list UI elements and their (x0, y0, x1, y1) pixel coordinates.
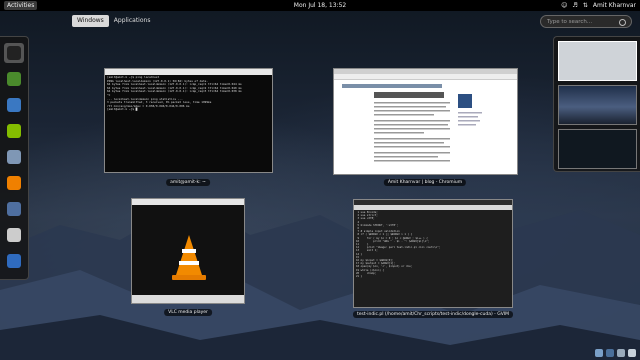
vlc-cone-icon (172, 235, 206, 280)
tab-applications[interactable]: Applications (109, 15, 156, 27)
workspace-switcher (553, 36, 640, 172)
app-grid-icon (7, 254, 21, 268)
accessibility-icon[interactable]: ☺ (561, 0, 567, 11)
tab-windows[interactable]: Windows (72, 15, 109, 27)
window-gvim[interactable]: 1 use Encode; 2 use strict; 3 use utf8; … (353, 199, 513, 308)
volume-icon[interactable]: ♬ (572, 0, 577, 11)
top-bar: Activities Mon Jul 18, 13:52 ☺ ♬ ⇅ Amit … (0, 0, 640, 11)
window-vlc[interactable] (131, 198, 245, 304)
vlc-controls[interactable] (132, 295, 244, 303)
dash-item-document[interactable] (4, 225, 24, 245)
dash-item-spotify[interactable] (4, 121, 24, 141)
tray-app-icon[interactable] (628, 349, 636, 357)
window-terminal[interactable]: [amit@amit-k ~]$ ping localhost PING loc… (104, 68, 273, 173)
window-caption-vlc[interactable]: VLC media player (164, 309, 212, 316)
search-box[interactable] (540, 15, 632, 28)
dash-item-chromium[interactable] (4, 95, 24, 115)
tray-app-icon[interactable] (606, 349, 614, 357)
user-menu[interactable]: Amit Kharnvar (593, 0, 636, 11)
terminal-icon (7, 46, 21, 60)
clock[interactable]: Mon Jul 18, 13:52 (0, 0, 640, 11)
chromium-page-content (342, 84, 482, 162)
gvim-icon (7, 72, 21, 86)
tray-app-icon[interactable] (617, 349, 625, 357)
search-icon (619, 19, 626, 26)
system-monitor-icon (7, 202, 21, 216)
search-input[interactable] (547, 17, 615, 26)
dash-item-text-editor[interactable] (4, 147, 24, 167)
dash (0, 36, 29, 280)
workspace-2[interactable] (558, 85, 637, 125)
terminal-output: [amit@amit-k ~]$ ping localhost PING loc… (107, 75, 242, 112)
message-tray (595, 349, 636, 357)
dash-item-vlc[interactable] (4, 173, 24, 193)
spotify-icon (7, 124, 21, 138)
dash-item-gvim[interactable] (4, 69, 24, 89)
dash-item-app-grid[interactable] (4, 251, 24, 271)
document-icon (7, 228, 21, 242)
desktop-wallpaper (0, 200, 640, 360)
workspace-1[interactable] (558, 41, 637, 81)
dash-item-terminal[interactable] (4, 43, 24, 63)
dash-item-system-monitor[interactable] (4, 199, 24, 219)
status-area: ☺ ♬ ⇅ Amit Kharnvar (561, 0, 636, 11)
gvim-buffer: 1 use Encode; 2 use strict; 3 use utf8; … (356, 211, 441, 279)
window-caption-gvim[interactable]: test-indic.pl (/home/amit/Chr_scripts/te… (352, 311, 514, 318)
text-editor-icon (7, 150, 21, 164)
workspace-3[interactable] (558, 129, 637, 169)
vlc-icon (7, 176, 21, 190)
network-icon[interactable]: ⇅ (583, 0, 588, 11)
tray-app-icon[interactable] (595, 349, 603, 357)
window-caption-terminal[interactable]: amit@amit-k: ~ (166, 179, 210, 186)
chromium-icon (7, 98, 21, 112)
window-chromium[interactable] (333, 68, 518, 175)
window-caption-chromium[interactable]: Amit Kharnvar | blog - Chromium (383, 179, 467, 186)
overview-tabs: Windows Applications (72, 15, 155, 27)
